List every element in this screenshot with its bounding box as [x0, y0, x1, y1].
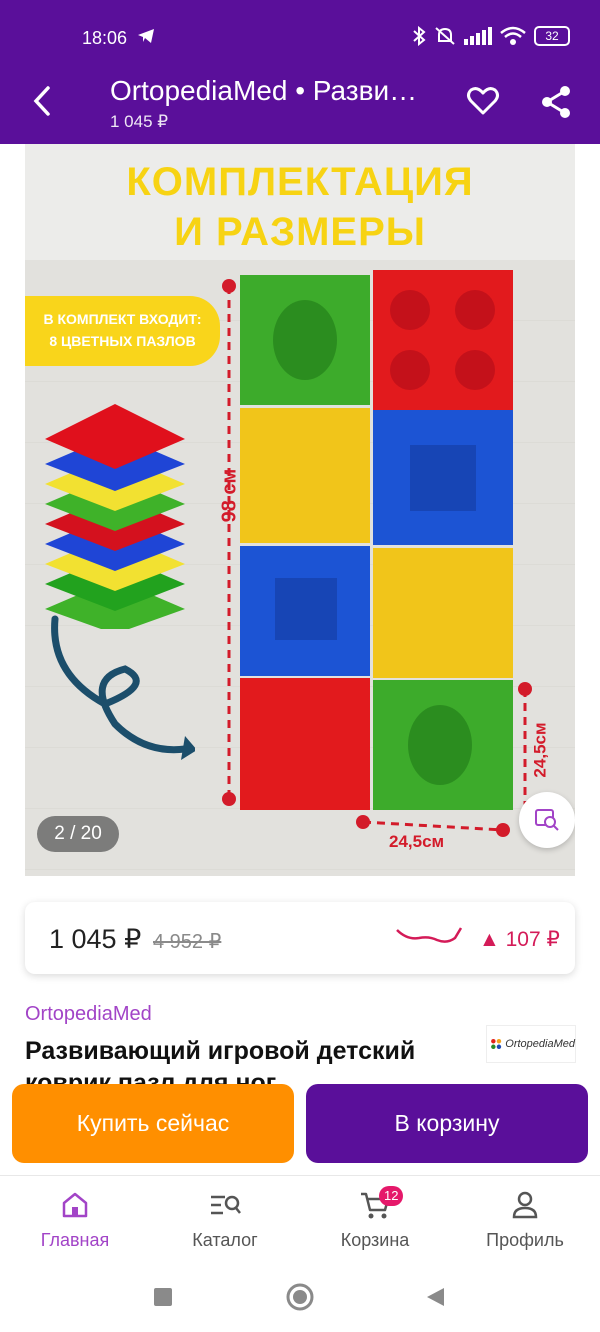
add-to-cart-button[interactable]: В корзину — [306, 1084, 588, 1163]
buy-now-button[interactable]: Купить сейчас — [12, 1084, 294, 1163]
signal-icon — [464, 27, 492, 45]
mute-icon — [435, 27, 455, 45]
back-arrow-icon[interactable] — [26, 84, 60, 118]
nav-profile-label: Профиль — [486, 1230, 564, 1250]
price-card[interactable]: 1 045 ₽ 4 952 ₽ ▲ 107 ₽ — [25, 902, 575, 974]
width-dimension-label: 24,5см — [389, 832, 445, 851]
product-title: Развивающий игровой детский коврик пазл … — [25, 1037, 416, 1087]
image-search-icon — [535, 809, 559, 831]
badge-line1: В КОМПЛЕКТ ВХОДИТ: — [43, 311, 202, 327]
side-dimension-label: 24,5см — [530, 722, 550, 778]
nav-catalog-label: Каталог — [192, 1230, 258, 1250]
puzzle-stack-illustration — [45, 404, 185, 629]
seller-logo-text: OrtopediaMed — [505, 1038, 575, 1050]
seller-name[interactable]: OrtopediaMed — [25, 1003, 152, 1026]
seller-logo-icon — [491, 1038, 502, 1050]
arrow-illustration — [51, 615, 195, 760]
nav-home[interactable]: Главная — [5, 1186, 145, 1251]
product-image-gallery[interactable]: КОМПЛЕКТАЦИЯ И РАЗМЕРЫ В КОМПЛЕКТ ВХОДИТ… — [25, 144, 575, 876]
nav-home-label: Главная — [40, 1230, 110, 1250]
price-trend-icon — [396, 927, 463, 943]
current-price: 1 045 ₽ — [49, 924, 142, 954]
bluetooth-icon — [413, 26, 426, 46]
battery-indicator: 32 — [534, 26, 570, 46]
nav-cart[interactable]: 12 Корзина — [305, 1186, 445, 1251]
share-icon[interactable] — [538, 84, 574, 120]
product-page: 18:06 32 OrtopediaMed • Разви… 1 045 ₽ К… — [0, 0, 600, 1332]
system-navigation-bar — [0, 1263, 600, 1332]
telegram-icon — [138, 29, 154, 43]
status-time: 18:06 — [82, 28, 128, 48]
header-price: 1 045 ₽ — [110, 112, 169, 131]
bottom-navigation: Главная Каталог 12 Корзина Профиль — [0, 1175, 600, 1263]
status-icons: 32 — [412, 26, 570, 46]
height-dimension-label: 98 см — [218, 468, 241, 523]
price-change: ▲ 107 ₽ — [479, 928, 560, 951]
home-circle-icon[interactable] — [286, 1283, 314, 1311]
set-contents-badge: В КОМПЛЕКТ ВХОДИТ: 8 ЦВЕТНЫХ ПАЗЛОВ — [25, 296, 220, 366]
page-title: OrtopediaMed • Разви… — [110, 75, 418, 106]
image-title-line1: КОМПЛЕКТАЦИЯ — [126, 160, 474, 204]
recents-square-icon[interactable] — [153, 1287, 173, 1307]
wifi-icon — [500, 26, 526, 45]
favorite-heart-icon[interactable] — [466, 84, 500, 118]
profile-icon — [512, 1191, 538, 1219]
home-icon — [62, 1192, 88, 1218]
image-counter: 2 / 20 — [37, 816, 119, 852]
old-price: 4 952 ₽ — [153, 931, 222, 953]
app-header: OrtopediaMed • Разви… 1 045 ₽ — [0, 62, 600, 144]
dimension-lines — [222, 279, 532, 837]
image-title-line2: И РАЗМЕРЫ — [174, 210, 426, 254]
status-bar: 18:06 32 — [0, 0, 600, 62]
seller-logo[interactable]: OrtopediaMed — [486, 1025, 576, 1063]
cart-count-badge: 12 — [379, 1186, 404, 1206]
nav-catalog[interactable]: Каталог — [155, 1186, 295, 1251]
nav-profile[interactable]: Профиль — [455, 1186, 595, 1251]
image-search-button[interactable] — [519, 792, 575, 848]
back-triangle-icon[interactable] — [424, 1286, 446, 1308]
nav-cart-label: Корзина — [340, 1230, 410, 1250]
catalog-search-icon — [211, 1195, 241, 1215]
badge-line2: 8 ЦВЕТНЫХ ПАЗЛОВ — [49, 333, 196, 349]
